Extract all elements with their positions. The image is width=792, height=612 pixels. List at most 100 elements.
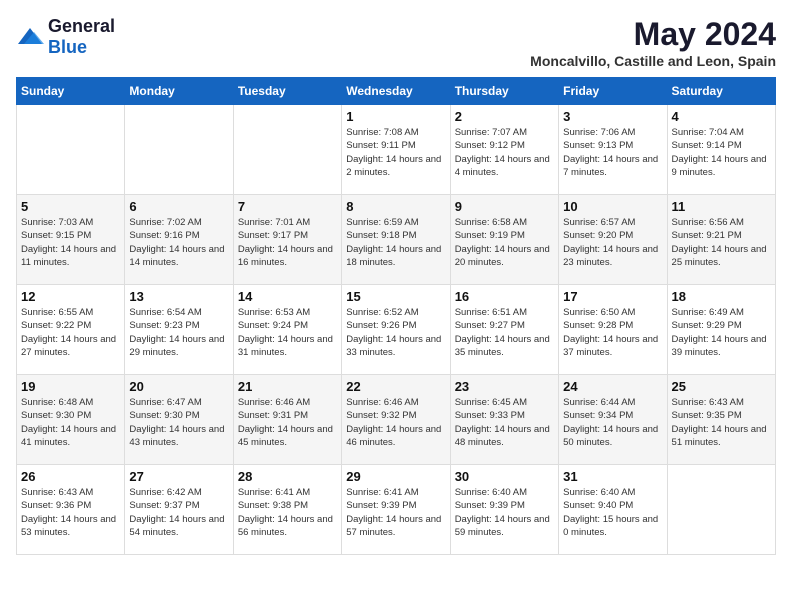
weekday-header: Sunday [17,78,125,105]
page-header: General Blue May 2024 Moncalvillo, Casti… [16,16,776,69]
day-number: 27 [129,469,228,484]
day-info: Sunrise: 6:43 AMSunset: 9:36 PMDaylight:… [21,486,120,539]
sunset-text: Sunset: 9:27 PM [455,320,525,331]
weekday-header: Friday [559,78,667,105]
day-number: 31 [563,469,662,484]
calendar-cell [233,105,341,195]
daylight-text: Daylight: 14 hours and 11 minutes. [21,244,116,268]
day-info: Sunrise: 7:08 AMSunset: 9:11 PMDaylight:… [346,126,445,179]
sunrise-text: Sunrise: 6:52 AM [346,307,418,318]
day-number: 14 [238,289,337,304]
logo-blue: Blue [48,37,87,57]
day-info: Sunrise: 7:04 AMSunset: 9:14 PMDaylight:… [672,126,771,179]
calendar-cell: 13Sunrise: 6:54 AMSunset: 9:23 PMDayligh… [125,285,233,375]
calendar-cell: 29Sunrise: 6:41 AMSunset: 9:39 PMDayligh… [342,465,450,555]
sunset-text: Sunset: 9:39 PM [455,500,525,511]
daylight-text: Daylight: 14 hours and 50 minutes. [563,424,658,448]
sunrise-text: Sunrise: 6:57 AM [563,217,635,228]
sunrise-text: Sunrise: 6:58 AM [455,217,527,228]
day-number: 22 [346,379,445,394]
calendar-cell: 25Sunrise: 6:43 AMSunset: 9:35 PMDayligh… [667,375,775,465]
daylight-text: Daylight: 14 hours and 20 minutes. [455,244,550,268]
sunset-text: Sunset: 9:22 PM [21,320,91,331]
sunset-text: Sunset: 9:34 PM [563,410,633,421]
calendar-week-row: 26 Sunrise: 6:43 AMSunset: 9:36 PMDayligh… [17,465,776,555]
calendar-cell: 7Sunrise: 7:01 AMSunset: 9:17 PMDaylight… [233,195,341,285]
day-info: Sunrise: 6:53 AMSunset: 9:24 PMDaylight:… [238,306,337,359]
daylight-text: Daylight: 14 hours and 16 minutes. [238,244,333,268]
sunset-text: Sunset: 9:11 PM [346,140,416,151]
sunset-text: Sunset: 9:20 PM [563,230,633,241]
logo-icon [16,26,44,48]
day-number: 24 [563,379,662,394]
calendar-cell: 16Sunrise: 6:51 AMSunset: 9:27 PMDayligh… [450,285,558,375]
sunrise-text: Sunrise: 7:06 AM [563,127,635,138]
daylight-text: Daylight: 14 hours and 4 minutes. [455,154,550,178]
daylight-text: Daylight: 14 hours and 27 minutes. [21,334,116,358]
daylight-text: Daylight: 14 hours and 9 minutes. [672,154,767,178]
sunset-text: Sunset: 9:39 PM [346,500,416,511]
sunrise-text: Sunrise: 6:41 AM [346,487,418,498]
calendar-cell: 17Sunrise: 6:50 AMSunset: 9:28 PMDayligh… [559,285,667,375]
day-number: 5 [21,199,120,214]
day-number: 9 [455,199,554,214]
calendar-week-row: 1 Sunrise: 7:08 AMSunset: 9:11 PMDaylight… [17,105,776,195]
sunset-text: Sunset: 9:19 PM [455,230,525,241]
daylight-text: Daylight: 14 hours and 18 minutes. [346,244,441,268]
calendar-cell: 30Sunrise: 6:40 AMSunset: 9:39 PMDayligh… [450,465,558,555]
daylight-text: Daylight: 14 hours and 31 minutes. [238,334,333,358]
sunset-text: Sunset: 9:23 PM [129,320,199,331]
day-info: Sunrise: 6:46 AMSunset: 9:31 PMDaylight:… [238,396,337,449]
calendar-week-row: 19Sunrise: 6:48 AMSunset: 9:30 PMDayligh… [17,375,776,465]
day-number: 26 [21,469,120,484]
calendar-week-row: 12Sunrise: 6:55 AMSunset: 9:22 PMDayligh… [17,285,776,375]
sunrise-text: Sunrise: 6:49 AM [672,307,744,318]
location-title: Moncalvillo, Castille and Leon, Spain [530,53,776,69]
sunset-text: Sunset: 9:14 PM [672,140,742,151]
day-number: 21 [238,379,337,394]
sunset-text: Sunset: 9:21 PM [672,230,742,241]
day-info: Sunrise: 7:02 AMSunset: 9:16 PMDaylight:… [129,216,228,269]
calendar-cell: 10Sunrise: 6:57 AMSunset: 9:20 PMDayligh… [559,195,667,285]
day-number: 23 [455,379,554,394]
calendar-cell: 1 Sunrise: 7:08 AMSunset: 9:11 PMDaylight… [342,105,450,195]
day-info: Sunrise: 6:41 AMSunset: 9:38 PMDaylight:… [238,486,337,539]
calendar-cell: 12Sunrise: 6:55 AMSunset: 9:22 PMDayligh… [17,285,125,375]
day-info: Sunrise: 6:43 AMSunset: 9:35 PMDaylight:… [672,396,771,449]
day-info: Sunrise: 6:49 AM Sunset: 9:29 PM Daylight:… [672,306,771,359]
calendar-cell [17,105,125,195]
day-number: 16 [455,289,554,304]
day-info: Sunrise: 6:42 AMSunset: 9:37 PMDaylight:… [129,486,228,539]
calendar-cell: 9 Sunrise: 6:58 AM Sunset: 9:19 PM Daylight… [450,195,558,285]
calendar-cell: 23Sunrise: 6:45 AMSunset: 9:33 PMDayligh… [450,375,558,465]
sunrise-text: Sunrise: 6:45 AM [455,397,527,408]
sunset-text: Sunset: 9:29 PM [672,320,742,331]
day-number: 6 [129,199,228,214]
day-number: 1 [346,109,445,124]
calendar-header: SundayMondayTuesdayWednesdayThursdayFrid… [17,78,776,105]
daylight-text: Daylight: 14 hours and 57 minutes. [346,514,441,538]
calendar-cell: 19Sunrise: 6:48 AMSunset: 9:30 PMDayligh… [17,375,125,465]
daylight-text: Daylight: 14 hours and 48 minutes. [455,424,550,448]
day-info: Sunrise: 6:57 AMSunset: 9:20 PMDaylight:… [563,216,662,269]
daylight-text: Daylight: 14 hours and 53 minutes. [21,514,116,538]
sunset-text: Sunset: 9:31 PM [238,410,308,421]
sunrise-text: Sunrise: 6:55 AM [21,307,93,318]
daylight-text: Daylight: 14 hours and 39 minutes. [672,334,767,358]
day-info: Sunrise: 6:41 AM Sunset: 9:39 PM Daylight:… [346,486,445,539]
day-info: Sunrise: 6:54 AMSunset: 9:23 PMDaylight:… [129,306,228,359]
day-info: Sunrise: 6:40 AMSunset: 9:40 PMDaylight:… [563,486,662,539]
day-info: Sunrise: 7:01 AMSunset: 9:17 PMDaylight:… [238,216,337,269]
daylight-text: Daylight: 14 hours and 43 minutes. [129,424,224,448]
day-info: Sunrise: 6:46 AMSunset: 9:32 PMDaylight:… [346,396,445,449]
logo: General Blue [16,16,115,58]
sunset-text: Sunset: 9:12 PM [455,140,525,151]
weekday-header: Saturday [667,78,775,105]
day-info: Sunrise: 6:58 AM Sunset: 9:19 PM Daylight:… [455,216,554,269]
day-number: 30 [455,469,554,484]
calendar-cell: 6 Sunrise: 7:02 AMSunset: 9:16 PMDaylight… [125,195,233,285]
day-number: 11 [672,199,771,214]
sunrise-text: Sunrise: 6:42 AM [129,487,201,498]
daylight-text: Daylight: 14 hours and 56 minutes. [238,514,333,538]
calendar-cell [667,465,775,555]
